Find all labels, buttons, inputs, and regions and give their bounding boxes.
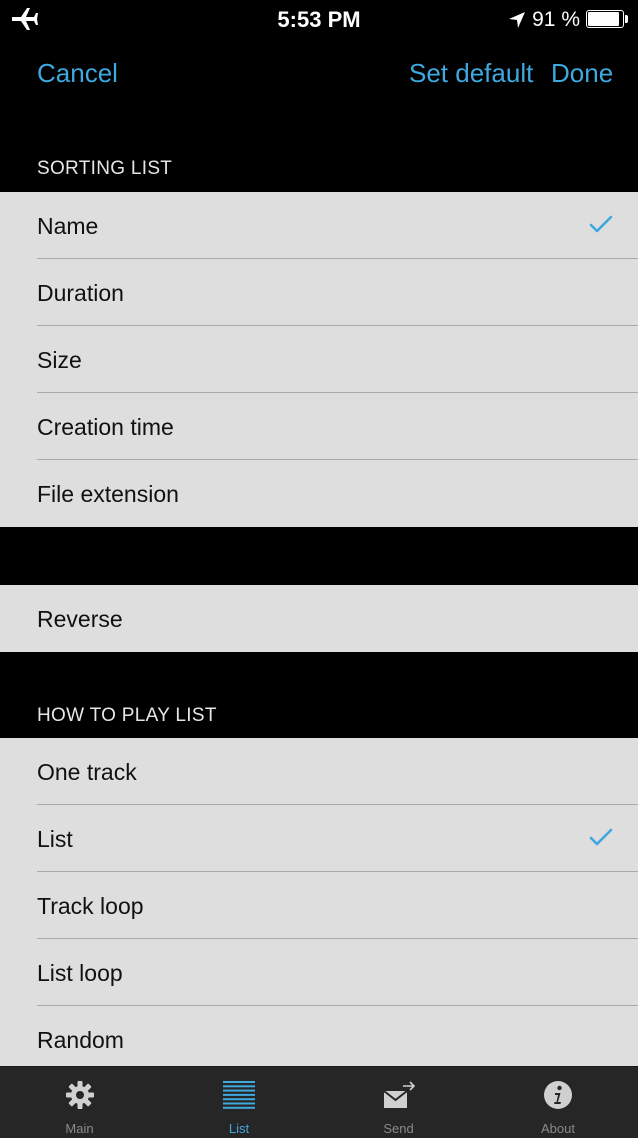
battery-icon (586, 10, 630, 30)
sorting-option-row[interactable]: Creation time (0, 393, 638, 460)
done-button[interactable]: Done (551, 58, 613, 89)
battery-percent: 91 % (532, 8, 580, 31)
tab-label: List (228, 1121, 250, 1136)
set-default-button[interactable]: Set default (409, 58, 533, 89)
sorting-option-label: File extension (37, 481, 179, 507)
sorting-option-label: Name (37, 213, 99, 239)
tab-main[interactable]: Main (0, 1067, 159, 1138)
cancel-button[interactable]: Cancel (37, 58, 118, 89)
info-icon (540, 1077, 576, 1113)
tab-label: Main (65, 1121, 94, 1136)
play-mode-option-label: Track loop (37, 893, 144, 919)
gear-icon (62, 1077, 98, 1113)
sorting-option-row[interactable]: Size (0, 326, 638, 393)
reverse-label: Reverse (37, 606, 123, 632)
sorting-option-row[interactable]: File extension (0, 460, 638, 527)
send-mail-icon (381, 1077, 417, 1113)
status-bar: 5:53 PM 91 % (0, 0, 638, 40)
status-right: 91 % (508, 8, 630, 32)
sorting-option-row[interactable]: Duration (0, 259, 638, 326)
play-mode-option-row[interactable]: List (0, 805, 638, 872)
how-to-play-header: HOW TO PLAY LIST (37, 705, 217, 726)
play-mode-option-label: List loop (37, 960, 123, 986)
checkmark-icon (589, 827, 613, 847)
tab-label: Send (383, 1121, 414, 1136)
checkmark-icon (589, 214, 613, 234)
reverse-row[interactable]: Reverse (0, 585, 638, 652)
sorting-option-label: Creation time (37, 414, 174, 440)
list-icon (221, 1077, 257, 1113)
sorting-list-header: SORTING LIST (37, 158, 173, 179)
play-mode-option-row[interactable]: One track (0, 738, 638, 805)
tab-send[interactable]: Send (319, 1067, 478, 1138)
tab-list[interactable]: List (160, 1067, 319, 1138)
sorting-list: Name Duration Size Creation time File extens… (0, 192, 638, 527)
sorting-option-label: Size (37, 347, 82, 373)
sorting-option-row[interactable]: Name (0, 192, 638, 259)
location-arrow-icon (509, 12, 526, 28)
play-mode-option-label: Random (37, 1027, 124, 1053)
play-mode-option-label: List (37, 826, 73, 852)
sorting-option-label: Duration (37, 280, 124, 306)
play-mode-option-row[interactable]: List loop (0, 939, 638, 1006)
play-mode-option-row[interactable]: Track loop (0, 872, 638, 939)
tab-about[interactable]: About (479, 1067, 638, 1138)
tab-bar: Main List Send About (0, 1066, 638, 1138)
play-mode-option-row[interactable]: Random (0, 1006, 638, 1073)
play-mode-option-label: One track (37, 759, 137, 785)
how-to-play-list: One track List Track loop List loop Random (0, 738, 638, 1073)
reverse-group: Reverse (0, 585, 638, 652)
tab-label: About (541, 1121, 575, 1136)
